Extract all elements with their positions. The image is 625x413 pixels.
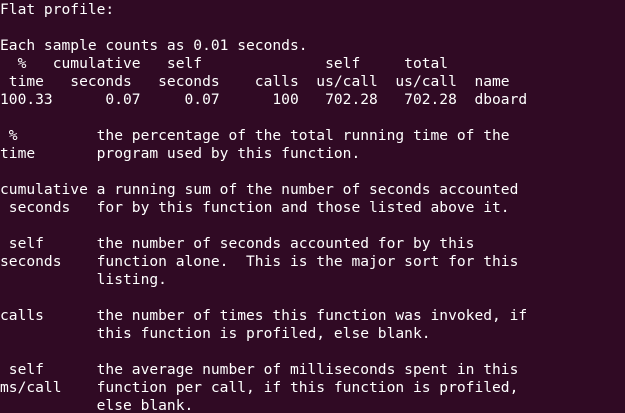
terminal-line: Each sample counts as 0.01 seconds. (0, 37, 308, 54)
terminal-line: else blank. (0, 397, 194, 413)
terminal-line: % cumulative self self total (0, 55, 449, 72)
terminal-window[interactable]: Flat profile: Each sample counts as 0.01… (0, 0, 625, 413)
terminal-line: ms/call function per call, if this funct… (0, 379, 519, 396)
terminal-line: 100.33 0.07 0.07 100 702.28 702.28 dboar… (0, 91, 528, 108)
terminal-line: Flat profile: (0, 1, 115, 18)
terminal-line: listing. (0, 271, 167, 288)
terminal-line: % the percentage of the total running ti… (0, 127, 510, 144)
terminal-line: calls the number of times this function … (0, 307, 528, 324)
terminal-line: seconds for by this function and those l… (0, 199, 510, 216)
terminal-line: time program used by this function. (0, 145, 361, 162)
terminal-line: time seconds seconds calls us/call us/ca… (0, 73, 510, 90)
terminal-line: cumulative a running sum of the number o… (0, 181, 519, 198)
terminal-line: self the average number of milliseconds … (0, 361, 519, 378)
terminal-line: seconds function alone. This is the majo… (0, 253, 519, 270)
terminal-line: self the number of seconds accounted for… (0, 235, 475, 252)
terminal-line: this function is profiled, else blank. (0, 325, 431, 342)
